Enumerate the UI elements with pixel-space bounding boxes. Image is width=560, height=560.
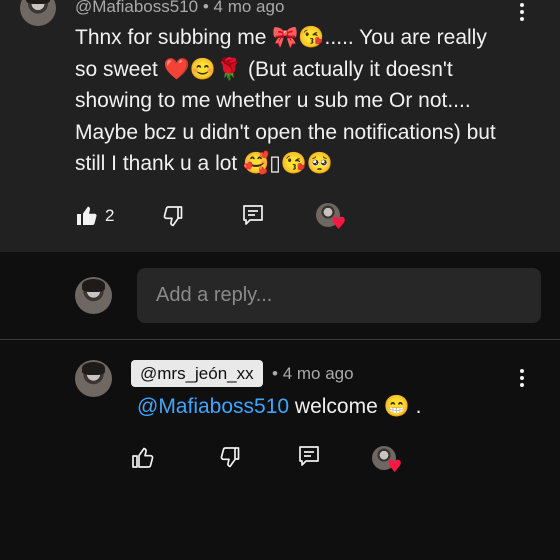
user-avatar[interactable] [75,277,112,314]
comment-line: Maybe bcz u didn't open the notification… [75,120,496,144]
comment-line: showing to me whether u sub me Or not...… [75,89,471,112]
reply-placeholder: Add a reply... [156,284,273,306]
comment-line: so sweet ❤️😊🌹 (But actually it doesn't [75,57,453,81]
reply-input[interactable]: Add a reply... [137,268,541,323]
like-count: 2 [105,206,115,225]
reply-comment-icon[interactable] [297,444,321,468]
replier-avatar[interactable] [75,360,112,397]
mention-link[interactable]: @Mafiaboss510 [137,395,289,418]
meta-separator: • [272,364,278,383]
more-vertical-icon[interactable] [512,0,532,24]
reply-meta: • 4 mo ago [272,364,354,384]
reply-message: welcome 😁 . [294,395,422,418]
creator-heart-icon: ♥ [372,446,404,478]
reply-body: @Mafiaboss510 welcome 😁 . [137,392,421,422]
reply-author-chip[interactable]: @mrs_jeón_xx [131,360,263,387]
comment-line: Thnx for subbing me 🎀😘..... You are real… [75,26,487,49]
reply-comment-icon[interactable] [241,203,265,227]
more-vertical-icon[interactable] [512,366,532,390]
creator-heart-icon: ♥ [316,203,348,235]
thumbs-up-icon[interactable] [131,446,155,470]
reply-time: 4 mo ago [282,364,354,383]
meta-separator: • [202,0,209,16]
comment-body: Thnx for subbing me 🎀😘..... You are real… [75,22,525,180]
comment-line: still I thank u a lot 🥰▯😘🥺 [75,152,334,175]
thumbs-up-filled-icon[interactable] [75,204,99,228]
comment-author[interactable]: @Mafiaboss510 [75,0,198,16]
comment-meta: @Mafiaboss510 • 4 mo ago [75,0,284,17]
thumbs-down-icon[interactable] [219,445,243,469]
thumbs-down-icon[interactable] [162,204,186,228]
comment-time: 4 mo ago [213,0,285,16]
